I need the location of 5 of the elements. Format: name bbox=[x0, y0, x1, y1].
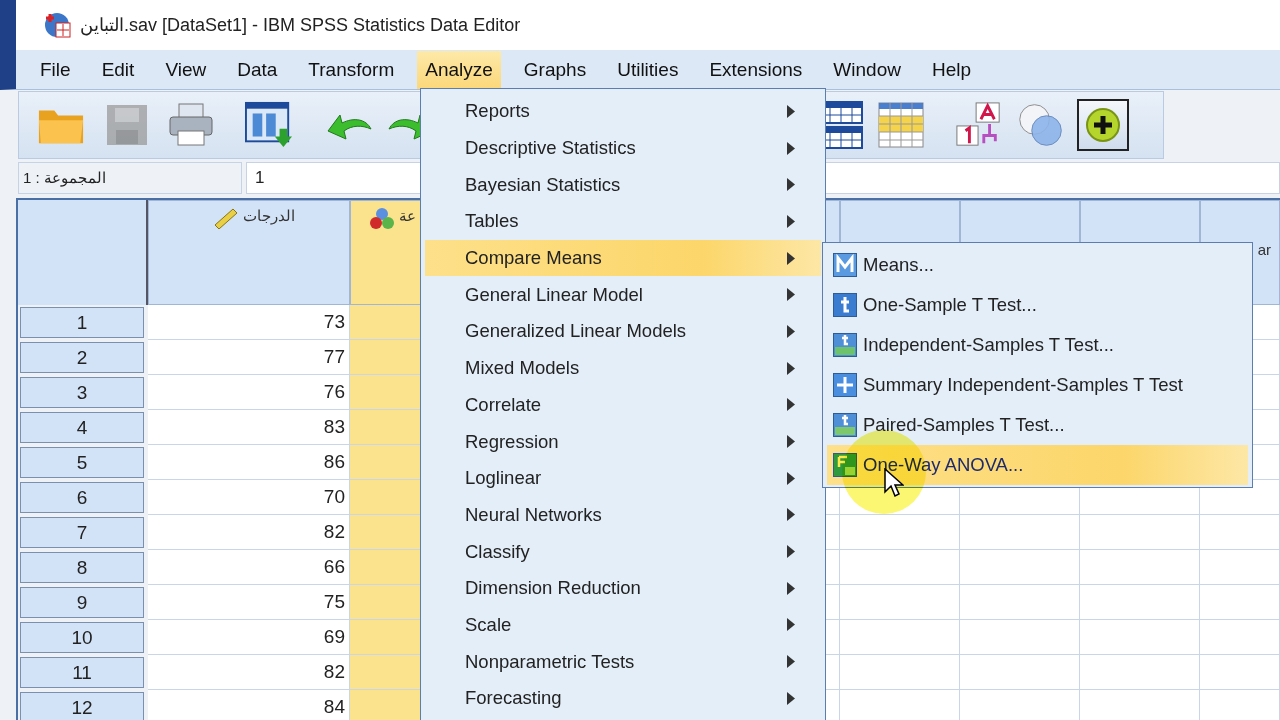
column-name: ar bbox=[1257, 241, 1271, 258]
cell-name: المجموعة : 1 bbox=[18, 162, 242, 194]
column-name: الدرجات bbox=[243, 207, 295, 225]
column-name: عة bbox=[399, 207, 416, 225]
window-title: التباين.sav [DataSet1] - IBM SPSS Statistics Data Editor bbox=[80, 14, 521, 36]
